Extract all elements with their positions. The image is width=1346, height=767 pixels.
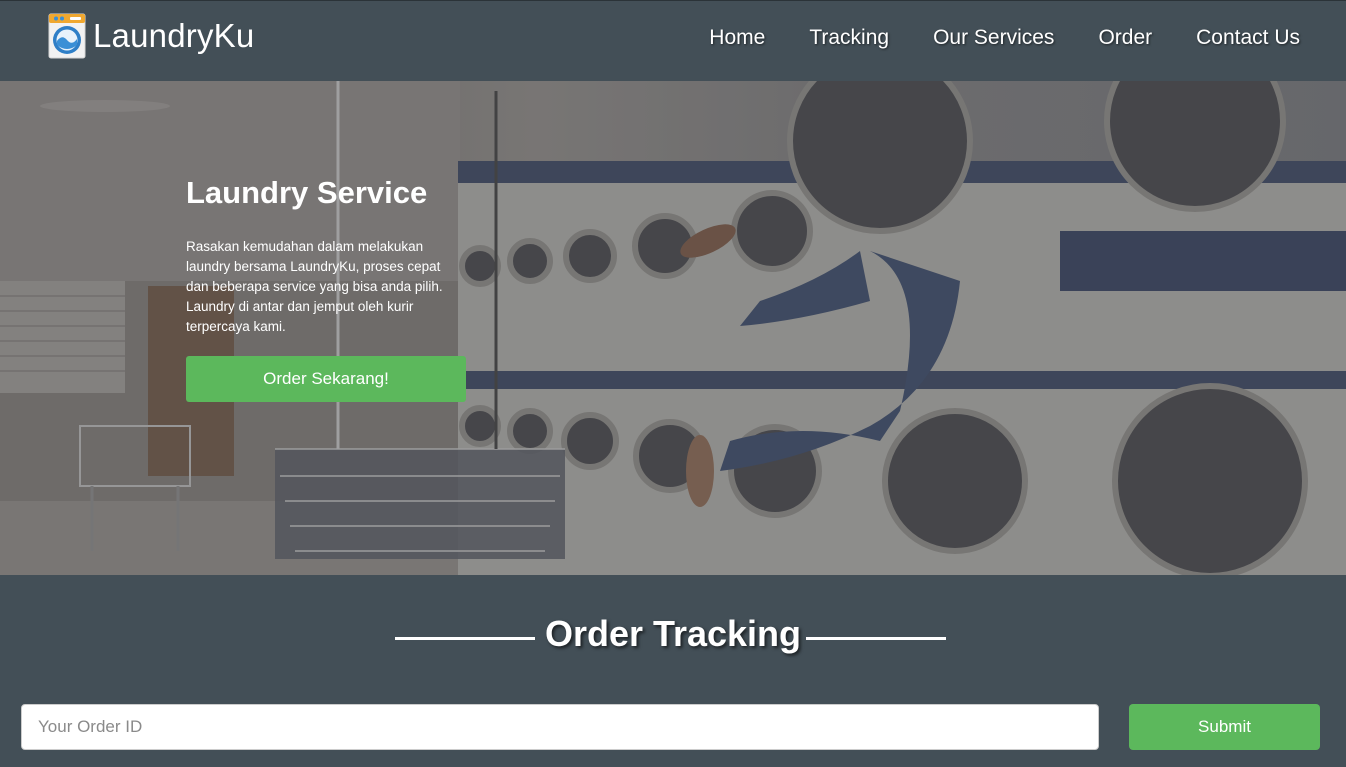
navbar: LaundryKu Home Tracking Our Services Ord… (0, 0, 1346, 81)
order-id-input[interactable] (21, 704, 1099, 750)
submit-button[interactable]: Submit (1129, 704, 1320, 750)
tracking-title: Order Tracking (544, 613, 802, 654)
washing-machine-logo-icon (48, 13, 86, 59)
nav-link-tracking[interactable]: Tracking (809, 23, 889, 53)
hero-description: Rasakan kemudahan dalam melakukan laundr… (186, 239, 443, 334)
main-nav: Home Tracking Our Services Order Contact… (665, 23, 1300, 53)
nav-link-contact-us[interactable]: Contact Us (1196, 23, 1300, 53)
nav-link-our-services[interactable]: Our Services (933, 23, 1054, 53)
nav-link-order[interactable]: Order (1098, 23, 1152, 53)
hero-section: Laundry Service Rasakan kemudahan dalam … (0, 81, 1346, 575)
order-tracking-section: Order Tracking Submit (0, 575, 1346, 767)
nav-link-home[interactable]: Home (709, 23, 765, 53)
brand[interactable]: LaundryKu (48, 13, 254, 59)
title-divider-right (806, 637, 946, 640)
brand-name: LaundryKu (93, 17, 255, 54)
order-now-button[interactable]: Order Sekarang! (186, 356, 466, 402)
hero-title: Laundry Service (186, 175, 428, 210)
